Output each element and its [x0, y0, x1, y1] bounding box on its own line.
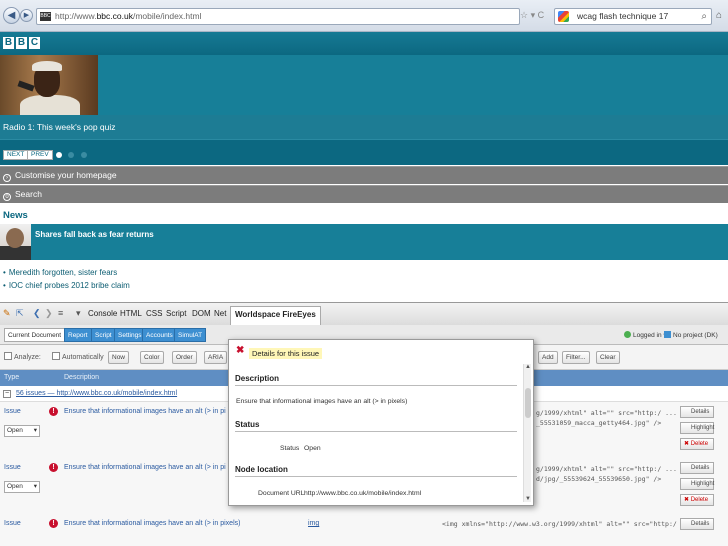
close-icon[interactable]: ✖: [236, 345, 244, 356]
carousel-dot[interactable]: [56, 152, 62, 158]
customise-link[interactable]: › Customise your homepage: [0, 166, 728, 184]
tab-css[interactable]: CSS: [146, 309, 162, 318]
menu-icon[interactable]: ≡: [58, 308, 63, 318]
browser-toolbar: ◀ ▶ BBC http://www.bbc.co.uk/mobile/inde…: [0, 0, 728, 32]
column-description[interactable]: Description: [64, 370, 99, 386]
inspect-icon[interactable]: ⇱: [16, 308, 24, 319]
promo-caption[interactable]: Radio 1: This week's pop quiz: [3, 122, 116, 132]
search-icon: o: [3, 193, 11, 201]
document-url-value: http://www.bbc.co.uk/mobile/index.html: [304, 490, 422, 497]
google-icon: [558, 11, 569, 22]
back-button[interactable]: ◀: [3, 7, 20, 24]
dropdown-icon[interactable]: ▾: [76, 308, 81, 319]
popup-scrollbar[interactable]: ▲ ▼: [523, 364, 531, 502]
firebug-toolbar: ✎ ⇱ ❮ ❯ ≡ ▾ Console HTML CSS Script DOM …: [0, 302, 728, 325]
tab-console[interactable]: Console: [88, 309, 117, 318]
analyze-now-button[interactable]: Now: [108, 351, 130, 364]
description-heading: Description: [235, 374, 517, 386]
tab-current-document[interactable]: Current Document: [4, 328, 66, 342]
details-button[interactable]: Details: [680, 406, 714, 418]
status-select[interactable]: Open: [4, 425, 40, 437]
aria-button[interactable]: ARIA: [204, 351, 228, 364]
order-button[interactable]: Order: [172, 351, 197, 364]
tab-simulat[interactable]: SimulAT: [174, 328, 207, 342]
element-link[interactable]: img: [308, 520, 319, 527]
highlight-button[interactable]: Highlight: [680, 422, 714, 434]
login-status[interactable]: Logged in ▾: [624, 331, 667, 339]
error-icon: !: [49, 519, 58, 528]
tab-html[interactable]: HTML: [120, 309, 142, 318]
tab-fireeyes[interactable]: Worldspace FireEyes: [230, 306, 321, 325]
tab-accounts[interactable]: Accounts: [142, 328, 177, 342]
search-icon[interactable]: ⌕: [701, 9, 707, 24]
column-type[interactable]: Type: [4, 370, 19, 386]
popup-title: Details for this issue: [249, 348, 323, 359]
delete-button[interactable]: ✖ Delete: [680, 438, 714, 450]
forward-arrow-icon[interactable]: ❯: [45, 308, 53, 319]
project-selector[interactable]: No project (DK): [664, 331, 718, 339]
details-button[interactable]: Details: [680, 462, 714, 474]
node-location-heading: Node location: [235, 465, 517, 477]
tab-dom[interactable]: DOM: [192, 309, 211, 318]
analyze-label: Analyze:: [4, 352, 41, 361]
scroll-up-icon[interactable]: ▲: [524, 364, 532, 370]
grid-icon: [4, 352, 12, 360]
back-arrow-icon[interactable]: ❮: [33, 308, 41, 319]
color-button[interactable]: Color: [140, 351, 164, 364]
document-url-label: Document URL: [258, 490, 305, 497]
collapse-icon[interactable]: −: [3, 390, 11, 398]
scroll-thumb[interactable]: [525, 388, 531, 418]
error-icon: !: [49, 463, 58, 472]
tab-script[interactable]: Script: [91, 328, 116, 342]
status-value: Open: [304, 445, 321, 452]
search-field[interactable]: wcag flash technique 17 ⌕: [554, 8, 712, 25]
firebug-icon[interactable]: ✎: [3, 308, 11, 319]
status-select[interactable]: Open: [4, 481, 40, 493]
bbc-header: B B C: [0, 32, 728, 55]
filter-button[interactable]: Filter...: [562, 351, 590, 364]
next-button[interactable]: NEXT: [3, 150, 29, 160]
details-button[interactable]: Details: [680, 518, 714, 530]
automatic-checkbox[interactable]: Automatically: [52, 352, 104, 361]
carousel-dot[interactable]: [68, 152, 74, 158]
site-favicon-icon: BBC: [40, 12, 51, 21]
tab-net[interactable]: Net: [214, 309, 226, 318]
description-text: Ensure that informational images have an…: [236, 398, 408, 405]
issue-source: <img xmlns="http://www.w3.org/1999/xhtml…: [442, 520, 677, 528]
status-label: Status: [280, 445, 300, 452]
status-heading: Status: [235, 420, 517, 432]
delete-button[interactable]: ✖ Delete: [680, 494, 714, 506]
bbc-logo[interactable]: B B C: [3, 37, 40, 49]
news-link[interactable]: Meredith forgotten, sister fears: [3, 268, 118, 277]
issue-details-popup: ✖ Details for this issue Description Ens…: [228, 339, 534, 506]
home-icon[interactable]: ⌂: [716, 8, 728, 25]
news-top-story[interactable]: Shares fall back as fear returns: [0, 224, 728, 260]
news-link[interactable]: IOC chief probes 2012 bribe claim: [3, 281, 130, 290]
bookmark-reload-icons[interactable]: ☆ ▾ C: [520, 8, 550, 25]
add-button[interactable]: Add: [538, 351, 558, 364]
error-icon: !: [49, 407, 58, 416]
promo-image[interactable]: [0, 55, 98, 115]
search-link[interactable]: o Search: [0, 185, 728, 203]
user-icon: [624, 331, 631, 338]
tab-script[interactable]: Script: [166, 309, 186, 318]
carousel-controls: NEXT PREV: [0, 139, 728, 165]
news-heading: News: [3, 210, 28, 221]
address-bar[interactable]: BBC http://www.bbc.co.uk/mobile/index.ht…: [36, 8, 520, 25]
issue-source: g/1999/xhtml" alt="" src="http:/ ... d/j…: [536, 465, 677, 483]
carousel-dot[interactable]: [81, 152, 87, 158]
clear-button[interactable]: Clear: [596, 351, 620, 364]
forward-button[interactable]: ▶: [20, 9, 33, 22]
news-headline[interactable]: Shares fall back as fear returns: [35, 230, 154, 239]
issue-row[interactable]: Issue ! Ensure that informational images…: [0, 514, 728, 546]
project-icon: [664, 331, 671, 338]
arrow-icon: ›: [3, 174, 11, 182]
scroll-down-icon[interactable]: ▼: [524, 496, 532, 502]
news-image: [0, 224, 31, 260]
highlight-button[interactable]: Highlight: [680, 478, 714, 490]
issue-source: g/1999/xhtml" alt="" src="http:/ ... _55…: [536, 409, 677, 427]
tab-settings[interactable]: Settings: [114, 328, 146, 342]
prev-button[interactable]: PREV: [27, 150, 53, 160]
tab-report[interactable]: Report: [64, 328, 92, 342]
